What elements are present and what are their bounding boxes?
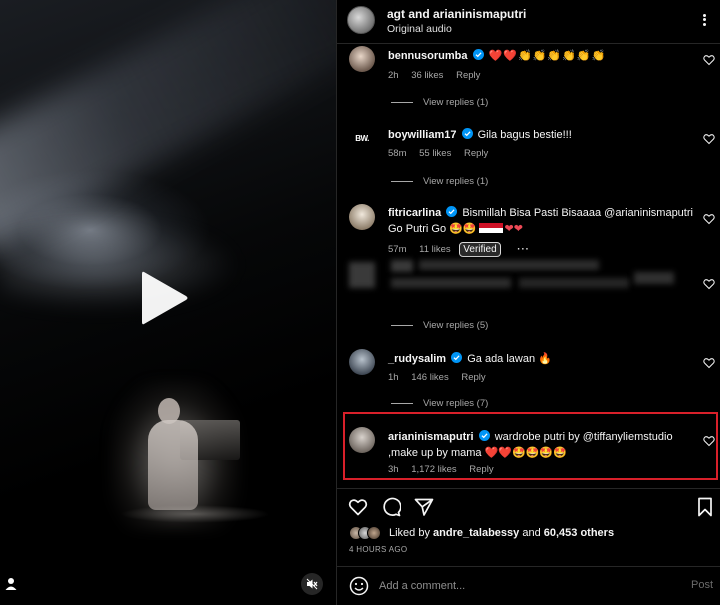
speaker-muted-icon: [306, 578, 318, 590]
emoji-icon[interactable]: [349, 576, 369, 596]
avatar[interactable]: [349, 427, 375, 453]
verified-badge-icon: [472, 49, 484, 60]
comment-meta: 2h 36 likes Reply: [388, 70, 490, 81]
liked-by-avatars[interactable]: [349, 526, 385, 540]
comment-text: Gila bagus bestie!!!: [477, 129, 572, 141]
liked-by-row: Liked by andre_talabessy and 60,453 othe…: [337, 522, 720, 544]
video-player[interactable]: [0, 0, 336, 605]
comment-username[interactable]: bennusorumba: [388, 50, 467, 62]
spotlight-glow: [0, 220, 240, 310]
reply-button[interactable]: Reply: [464, 148, 488, 159]
stage-floor: [120, 505, 270, 523]
view-replies-button[interactable]: View replies (7): [391, 398, 488, 409]
like-comment-icon[interactable]: [703, 54, 715, 66]
comment-time: 3h: [388, 464, 399, 475]
avatar[interactable]: [349, 46, 375, 72]
comment-time: 58m: [388, 148, 407, 159]
comment-likes[interactable]: 55 likes: [419, 148, 451, 159]
mute-button[interactable]: [301, 573, 323, 595]
reply-button[interactable]: Reply: [456, 70, 480, 81]
post-timestamp: 4 HOURS AGO: [349, 545, 408, 554]
post-actions: [337, 488, 720, 522]
comment-text: Bismillah Bisa Pasti Bisaaaa @arianinism…: [462, 207, 693, 219]
verified-badge-icon: [461, 128, 473, 139]
avatar[interactable]: [349, 349, 375, 375]
view-replies-button[interactable]: View replies (5): [391, 320, 488, 331]
liked-by-user[interactable]: andre_talabessy: [433, 527, 519, 539]
post-authors[interactable]: agt and arianinismaputri: [387, 7, 526, 21]
like-comment-icon[interactable]: [703, 357, 715, 369]
verified-badge-icon: [451, 352, 463, 363]
comment-username[interactable]: arianinismaputri: [388, 431, 474, 443]
flag-emoji-icon: [478, 223, 503, 233]
like-comment-icon[interactable]: [703, 435, 715, 447]
liked-by-and: and: [522, 527, 541, 539]
liked-by-prefix: Liked by: [389, 527, 430, 539]
post-panel: agt and arianinismaputri Original audio …: [336, 0, 720, 605]
comment-text-line2: ,make up by mama ❤️❤️🤩🤩🤩🤩: [388, 447, 567, 459]
comment-meta: 3h 1,172 likes Reply: [388, 464, 504, 475]
comment-username[interactable]: fitricarlina: [388, 207, 441, 219]
hidden-comment: [349, 254, 694, 300]
comment-likes[interactable]: 36 likes: [411, 70, 443, 81]
comment-time: 2h: [388, 70, 399, 81]
post-header: agt and arianinismaputri Original audio: [337, 0, 720, 44]
comment-text: wardrobe putri by @tiffanyliemstudio: [494, 431, 673, 443]
post-comment-button[interactable]: Post: [691, 579, 713, 591]
like-comment-icon[interactable]: [703, 278, 715, 290]
like-comment-icon[interactable]: [703, 133, 715, 145]
comment-input[interactable]: [379, 576, 669, 596]
user-tag-icon[interactable]: [5, 577, 17, 591]
spotlight-beam: [0, 0, 336, 254]
view-replies-button[interactable]: View replies (1): [391, 176, 488, 187]
comment-time: 1h: [388, 372, 399, 383]
comment-likes[interactable]: 146 likes: [411, 372, 449, 383]
verified-badge-icon: [446, 206, 458, 217]
verified-badge-icon: [478, 430, 490, 441]
comment-meta: 58m 55 likes Reply: [388, 148, 498, 159]
comment-bubble-icon[interactable]: [381, 497, 401, 517]
audio-label[interactable]: Original audio: [387, 23, 452, 35]
reply-button[interactable]: Reply: [461, 372, 485, 383]
comment-username[interactable]: boywilliam17: [388, 129, 456, 141]
play-icon[interactable]: [138, 268, 190, 328]
more-options-icon[interactable]: [697, 12, 711, 28]
comments-list[interactable]: bennusorumba ❤️❤️👏👏👏👏👏👏 2h 36 likes Repl…: [337, 44, 720, 488]
comment-text: ❤️❤️👏👏👏👏👏👏: [488, 50, 607, 62]
comment-likes[interactable]: 1,172 likes: [411, 464, 456, 475]
view-replies-button[interactable]: View replies (1): [391, 97, 488, 108]
reply-button[interactable]: Reply: [469, 464, 493, 475]
performer: [148, 420, 198, 510]
hearts-emoji-icon: ❤❤: [504, 223, 523, 235]
share-send-icon[interactable]: [414, 497, 434, 517]
comment-text-line2: Go Putri Go 🤩🤩: [388, 223, 477, 235]
like-heart-icon[interactable]: [348, 497, 368, 517]
like-comment-icon[interactable]: [703, 213, 715, 225]
liked-by-others[interactable]: 60,453 others: [544, 527, 614, 539]
author-avatar[interactable]: [347, 6, 375, 34]
save-bookmark-icon[interactable]: [695, 497, 715, 517]
avatar[interactable]: BW.: [349, 125, 375, 151]
avatar[interactable]: [349, 204, 375, 230]
comment-meta: 1h 146 likes Reply: [388, 372, 496, 383]
comment-composer: Post: [337, 566, 720, 605]
comment-text: Ga ada lawan 🔥: [467, 353, 552, 365]
comment-username[interactable]: _rudysalim: [388, 353, 446, 365]
